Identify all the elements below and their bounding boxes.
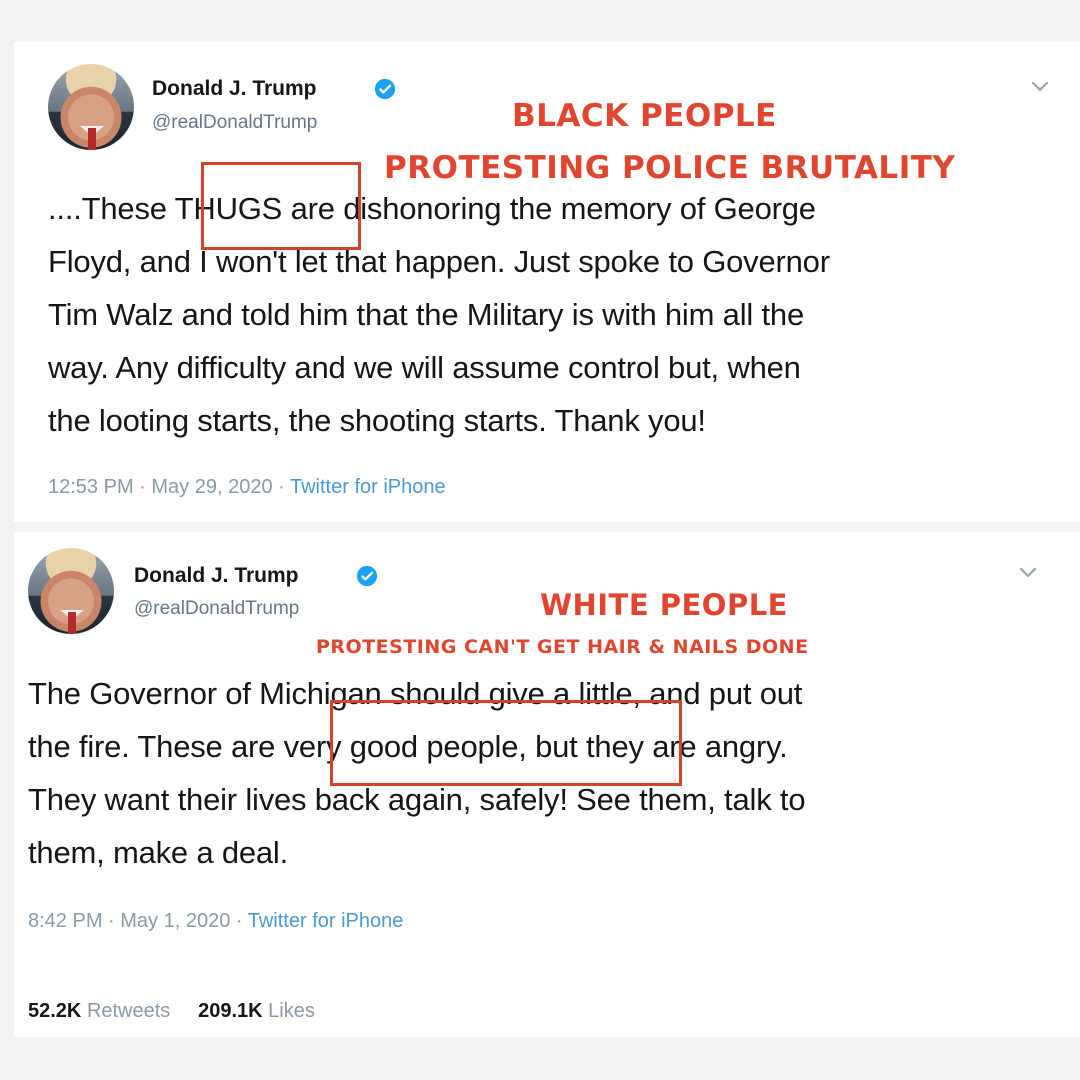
likes-label[interactable]: Likes — [268, 1000, 315, 1022]
tweet-text-line: the looting starts, the shooting starts.… — [48, 403, 706, 438]
tweet-meta: 8:42 PM · May 1, 2020 · Twitter for iPho… — [28, 910, 403, 933]
annotation-sublabel: PROTESTING CAN'T GET HAIR & NAILS DONE — [316, 636, 809, 658]
verified-badge-icon — [374, 78, 396, 100]
tweet-stats: 52.2K Retweets 209.1K Likes — [28, 1000, 315, 1023]
tweet-card-1[interactable]: Donald J. Trump @realDonaldTrump BLACK P… — [14, 42, 1080, 522]
tweet-text: ....These THUGS are dishonoring the memo… — [48, 182, 830, 447]
annotation-label: BLACK PEOPLE — [512, 98, 777, 134]
timestamp[interactable]: 8:42 PM · May 1, 2020 · — [28, 910, 248, 932]
verified-badge-icon — [356, 565, 378, 587]
tweet-text-line: Tim Walz and told him that the Military … — [48, 297, 804, 332]
tweet-text-line: Floyd, and I won't let that happen. Just… — [48, 244, 830, 279]
author-handle[interactable]: @realDonaldTrump — [152, 112, 317, 134]
chevron-down-icon[interactable] — [1018, 566, 1038, 580]
avatar[interactable] — [28, 548, 114, 634]
author-name[interactable]: Donald J. Trump — [134, 564, 299, 588]
chevron-down-icon[interactable] — [1030, 80, 1050, 94]
highlight-box — [201, 162, 361, 250]
tweet-text-line: ....These THUGS are dishonoring the memo… — [48, 191, 816, 226]
annotation-label: WHITE PEOPLE — [540, 588, 788, 622]
likes-count[interactable]: 209.1K — [198, 1000, 263, 1022]
source-link[interactable]: Twitter for iPhone — [290, 476, 446, 498]
timestamp[interactable]: 12:53 PM · May 29, 2020 · — [48, 476, 290, 498]
tweet-meta: 12:53 PM · May 29, 2020 · Twitter for iP… — [48, 476, 446, 499]
author-handle[interactable]: @realDonaldTrump — [134, 598, 299, 620]
tweet-text-line: them, make a deal. — [28, 835, 289, 870]
annotation-sublabel: PROTESTING POLICE BRUTALITY — [384, 150, 956, 186]
tweet-text-line: way. Any difficulty and we will assume c… — [48, 350, 801, 385]
source-link[interactable]: Twitter for iPhone — [248, 910, 404, 932]
retweets-label[interactable]: Retweets — [87, 1000, 170, 1022]
author-name[interactable]: Donald J. Trump — [152, 77, 317, 101]
highlight-box — [330, 700, 682, 786]
retweets-count[interactable]: 52.2K — [28, 1000, 81, 1022]
avatar[interactable] — [48, 64, 134, 150]
tweet-card-2[interactable]: Donald J. Trump @realDonaldTrump WHITE P… — [14, 532, 1080, 1037]
